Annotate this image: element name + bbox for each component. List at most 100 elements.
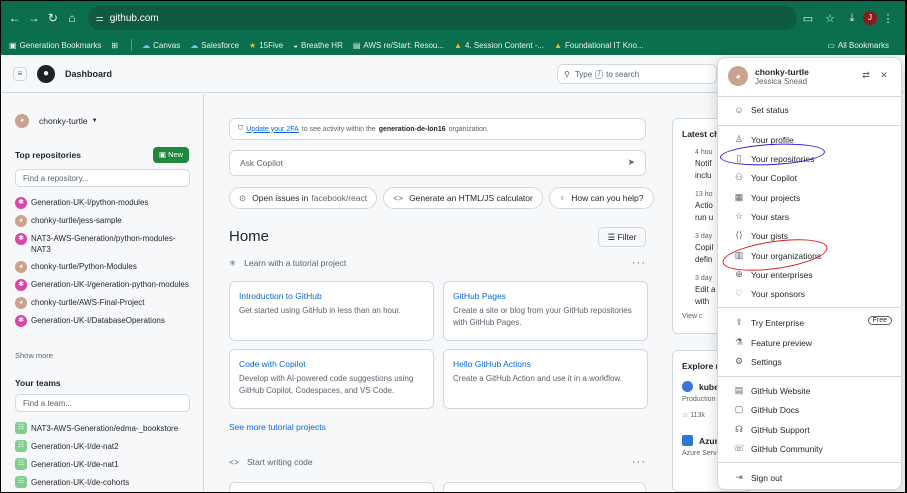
menu-item-github-website[interactable]: ▤ GitHub Website (732, 385, 892, 396)
menu-kebab-icon[interactable]: ⋮ (877, 12, 899, 25)
hamburger-menu-icon[interactable]: ≡ (13, 66, 27, 81)
list-item[interactable]: ✱ Generation-UK-I/generation-python-modul… (15, 279, 195, 291)
team-name: Generation-UK-I/de-cohorts (31, 477, 130, 487)
avatar[interactable]: ◕ (728, 66, 748, 86)
apps-grid[interactable]: ⊞ (111, 41, 121, 50)
bookmark-item[interactable]: ◒ Breathe HR (293, 41, 343, 50)
bookmark-item[interactable]: ▲ Foundational IT Kno... (554, 41, 644, 50)
bookmark-label: AWS re/Start: Resou... (363, 40, 445, 50)
tutorial-card[interactable]: Code with Copilot Develop with AI-powere… (229, 349, 434, 409)
close-icon[interactable]: ✕ (875, 70, 893, 81)
drive-icon: ▲ (454, 40, 462, 50)
list-item[interactable]: ✱ NAT3-AWS-Generation/python-modules-NAT3 (15, 233, 195, 255)
menu-item-try-enterprise[interactable]: ⇪ Try Enterprise Free (732, 316, 892, 328)
bookmark-item[interactable]: ★ 15Five (249, 41, 283, 50)
cast-icon[interactable]: ▭ (797, 12, 819, 25)
menu-item-sign-out[interactable]: ⇥ Sign out (732, 472, 892, 483)
card-title[interactable]: Introduction to GitHub (239, 291, 424, 301)
card-title[interactable]: GitHub Pages (453, 291, 638, 301)
bookmark-label: Salesforce (201, 40, 240, 50)
update-2fa-link[interactable]: Update your 2FA (246, 126, 299, 133)
search-input[interactable]: ⚲ Type / to search (557, 64, 717, 84)
list-item[interactable]: ☷ NAT3-AWS-Generation/edma-_bookstore (15, 422, 195, 434)
gear-icon: ⚙ (734, 356, 744, 366)
download-icon[interactable]: ⤓ (841, 12, 863, 25)
bookmark-star-icon[interactable]: ☆ (819, 12, 841, 25)
list-item[interactable]: ✱ Generation-UK-I/python-modules (15, 197, 195, 209)
more-options-icon[interactable]: ··· (632, 456, 646, 468)
menu-item-github-support[interactable]: ☊ GitHub Support (732, 424, 892, 435)
menu-divider (718, 376, 901, 377)
star-icon: ★ (249, 40, 257, 50)
bookmark-item[interactable]: ▣ Generation Bookmarks (9, 41, 101, 50)
ask-copilot-input[interactable]: Ask Copilot ➤ (229, 150, 646, 176)
suggestion-chip[interactable]: ♀ How can you help? (548, 187, 654, 209)
bookmark-separator (131, 39, 133, 51)
all-bookmarks[interactable]: ▭ All Bookmarks (827, 41, 895, 50)
menu-item-github-docs[interactable]: ▢ GitHub Docs (732, 404, 892, 415)
list-item[interactable]: ✱ Generation-UK-I/DatabaseOperations (15, 315, 195, 327)
reload-icon[interactable]: ↻ (43, 11, 62, 25)
upload-icon: ⇪ (735, 317, 743, 327)
bookmark-item[interactable]: ▲ 4. Session Content -... (454, 41, 544, 50)
bookmarks-bar: ▣ Generation Bookmarks ⊞ ☁ Canvas ☁ Salesfo… (1, 35, 905, 55)
start-code-card (443, 482, 646, 492)
new-repo-button[interactable]: ▣ New (153, 147, 189, 163)
menu-item-your-copilot[interactable]: ⚇ Your Copilot (732, 172, 892, 183)
explore-repo-name: kube (699, 381, 719, 392)
card-title[interactable]: Hello GitHub Actions (453, 359, 638, 369)
site-info-icon[interactable]: ⚌ (96, 13, 104, 24)
bookmark-item[interactable]: ☁ Salesforce (190, 41, 239, 50)
suggestion-chip[interactable]: <> Generate an HTML/JS calculator (383, 187, 543, 209)
menu-item-your-projects[interactable]: ▦ Your projects (732, 192, 892, 203)
forward-icon[interactable]: → (24, 11, 43, 25)
menu-item-settings[interactable]: ⚙ Settings (732, 356, 892, 367)
menu-divider (718, 307, 901, 308)
profile-avatar[interactable]: J (863, 11, 877, 25)
menu-divider (718, 125, 901, 126)
context-switcher[interactable]: ◕ chonky-turtle ▼ (15, 114, 98, 128)
menu-item-feature-preview[interactable]: ⚗ Feature preview (732, 337, 892, 348)
menu-item-label: Your enterprises (751, 269, 813, 280)
tutorial-card[interactable]: Introduction to GitHub Get started using… (229, 281, 434, 341)
notice-org: generation-de-lon16 (378, 125, 446, 133)
switch-account-icon[interactable]: ⇄ (857, 70, 875, 81)
menu-item-your-profile[interactable]: ♙ Your profile (732, 134, 892, 145)
show-more-link[interactable]: Show more (15, 351, 53, 360)
back-icon[interactable]: ← (5, 11, 24, 25)
sidebar-username: chonky-turtle (39, 116, 88, 126)
menu-item-your-sponsors[interactable]: ♡ Your sponsors (732, 288, 892, 299)
suggestion-chip[interactable]: ⊙ Open issues in facebook/react (229, 187, 378, 209)
home-icon[interactable]: ⌂ (62, 11, 81, 25)
find-repository-input[interactable]: Find a repository... (15, 169, 190, 187)
list-item[interactable]: ◕ chonky-turtle/AWS-Final-Project (15, 297, 195, 309)
tutorial-card[interactable]: GitHub Pages Create a site or blog from … (443, 281, 648, 341)
see-more-tutorials-link[interactable]: See more tutorial projects (229, 422, 326, 432)
page-title[interactable]: Dashboard (65, 69, 112, 79)
more-options-icon[interactable]: ··· (632, 257, 646, 269)
address-bar[interactable]: ⚌ github.com (87, 6, 797, 30)
menu-header-actions: ⇄ ✕ (857, 70, 893, 81)
bookmark-item[interactable]: ▤ AWS re/Start: Resou... (353, 41, 444, 50)
menu-item-set-status[interactable]: ☺ Set status (732, 105, 892, 115)
tutorial-card[interactable]: Hello GitHub Actions Create a GitHub Act… (443, 349, 648, 409)
list-item[interactable]: ◕ chonky-turtle/Python-Modules (15, 261, 195, 273)
list-item[interactable]: ☷ Generation-UK-I/de-cohorts (15, 476, 195, 488)
repo-name: Generation-UK-I/python-modules (31, 198, 149, 207)
chip-label: How can you help? (571, 193, 644, 203)
send-icon[interactable]: ➤ (627, 157, 635, 168)
menu-item-github-community[interactable]: ☏ GitHub Community (732, 443, 892, 454)
find-team-input[interactable]: Find a team... (15, 394, 190, 412)
bookmark-label: Breathe HR (301, 40, 343, 50)
filter-button[interactable]: ☰ Filter (598, 227, 646, 247)
github-logo-icon[interactable]: ● (37, 64, 55, 83)
list-item[interactable]: ☷ Generation-UK-I/de-nat2 (15, 440, 195, 452)
card-title[interactable]: Code with Copilot (239, 359, 424, 369)
menu-item-your-stars[interactable]: ☆ Your stars (732, 211, 892, 222)
bookmark-item[interactable]: ☁ Canvas (142, 41, 180, 50)
menu-item-label: Your projects (751, 192, 801, 203)
list-item[interactable]: ◕ chonky-turtle/jess-sample (15, 215, 195, 227)
list-item[interactable]: ☷ Generation-UK-I/de-nat1 (15, 458, 195, 470)
project-icon: ▦ (734, 192, 744, 202)
beaker-icon: ⚗ (734, 337, 744, 347)
